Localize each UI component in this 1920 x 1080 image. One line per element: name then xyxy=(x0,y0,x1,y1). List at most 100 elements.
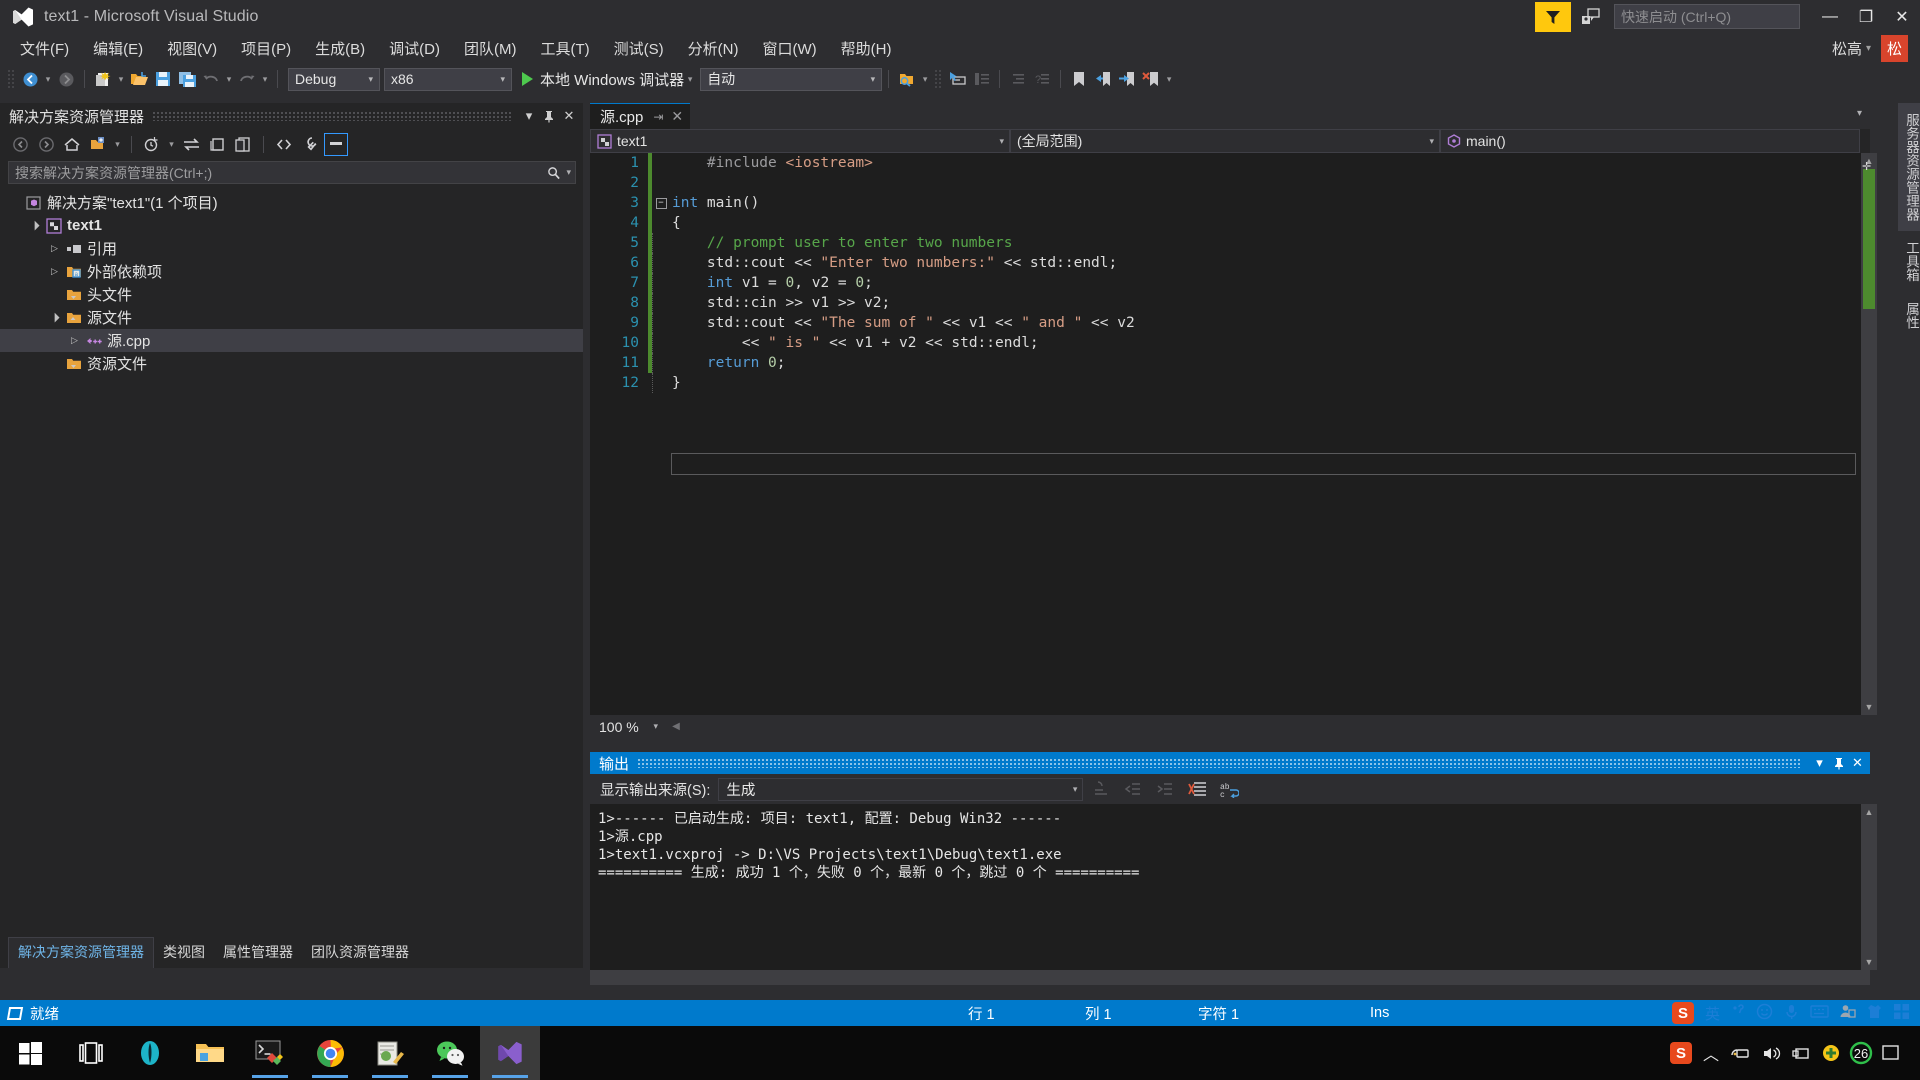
go-to-message-icon[interactable] xyxy=(1087,777,1115,801)
keyboard-icon[interactable] xyxy=(1810,1004,1829,1023)
menu-project[interactable]: 项目(P) xyxy=(229,34,303,63)
terminal-app[interactable] xyxy=(240,1026,300,1080)
visual-studio-app[interactable] xyxy=(480,1026,540,1080)
emoji-icon[interactable] xyxy=(1756,1003,1773,1024)
menu-view[interactable]: 视图(V) xyxy=(155,34,229,63)
bookmarks-caret-icon[interactable]: ▾ xyxy=(1163,74,1175,85)
account-avatar[interactable]: 松 xyxy=(1881,34,1908,62)
chrome-app[interactable] xyxy=(300,1026,360,1080)
menu-analyze[interactable]: 分析(N) xyxy=(676,34,751,63)
forward-icon[interactable] xyxy=(34,133,58,156)
quick-launch-box[interactable] xyxy=(1614,4,1802,29)
chevron-down-icon[interactable]: ◢ xyxy=(45,308,65,328)
scroll-down-icon[interactable]: ▼ xyxy=(1861,954,1877,970)
properties-icon[interactable] xyxy=(298,133,322,156)
notification-center-icon[interactable] xyxy=(1876,1026,1906,1080)
indent-icon[interactable] xyxy=(1006,67,1030,91)
pending-changes-caret-icon[interactable]: ▾ xyxy=(166,139,177,150)
chevron-right-icon[interactable]: ▷ xyxy=(66,335,83,346)
horizontal-scroll-left-icon[interactable]: ◀ xyxy=(668,719,684,735)
tab-team-explorer[interactable]: 团队资源管理器 xyxy=(302,938,418,968)
wechat-app[interactable] xyxy=(420,1026,480,1080)
menu-test[interactable]: 测试(S) xyxy=(602,34,676,63)
solution-platform-combo[interactable]: x86 ▾ xyxy=(384,67,512,91)
editor-vertical-scrollbar[interactable]: ▲ ▼ xyxy=(1861,153,1877,715)
shield-icon[interactable] xyxy=(1816,1026,1846,1080)
save-all-icon[interactable] xyxy=(175,67,199,91)
collapse-block-icon[interactable]: − xyxy=(652,197,670,209)
go-to-definition-icon[interactable] xyxy=(945,67,969,91)
sync-with-active-document-icon[interactable] xyxy=(179,133,203,156)
chevron-down-icon[interactable]: ▾ xyxy=(1866,43,1871,54)
menu-tools[interactable]: 工具(T) xyxy=(528,34,601,63)
word-wrap-icon[interactable]: ab c xyxy=(1215,777,1243,801)
output-dropdown-icon[interactable]: ▾ xyxy=(1810,753,1829,773)
output-vertical-scrollbar[interactable]: ▲ ▼ xyxy=(1861,804,1877,970)
close-button[interactable]: ✕ xyxy=(1884,0,1920,33)
tab-solution-explorer[interactable]: 解决方案资源管理器 xyxy=(8,937,154,968)
toggle-bookmark-icon[interactable] xyxy=(1067,67,1091,91)
tree-node[interactable]: 资源文件 xyxy=(0,352,583,375)
show-all-files-icon[interactable] xyxy=(272,133,296,156)
code-line[interactable]: 8 std::cin >> v1 >> v2; xyxy=(590,293,1870,313)
code-line[interactable]: 1 #include <iostream> xyxy=(590,153,1870,173)
find-in-files-icon[interactable] xyxy=(895,67,919,91)
document-tab-source-cpp[interactable]: 源.cpp ⇥ ✕ xyxy=(590,103,691,129)
code-line[interactable]: 12} xyxy=(590,373,1870,393)
solution-explorer-search-input[interactable] xyxy=(15,164,548,181)
scroll-down-icon[interactable]: ▼ xyxy=(1861,699,1877,715)
home-icon[interactable] xyxy=(60,133,84,156)
navigate-backward-caret-icon[interactable]: ▾ xyxy=(42,74,54,85)
code-line[interactable]: 7 int v1 = 0, v2 = 0; xyxy=(590,273,1870,293)
code-line[interactable]: 4{ xyxy=(590,213,1870,233)
code-lines[interactable]: 1 #include <iostream> 2 3− int main() 4{5 //… xyxy=(590,153,1870,393)
output-horizontal-scrollbar[interactable] xyxy=(590,970,1870,985)
notifications-icon[interactable] xyxy=(1576,2,1604,32)
tim-app[interactable] xyxy=(120,1026,180,1080)
previous-bookmark-icon[interactable] xyxy=(1091,67,1115,91)
tree-node[interactable]: ▷ 源.cpp xyxy=(0,329,583,352)
pending-changes-icon[interactable] xyxy=(140,133,164,156)
collapse-box[interactable]: − xyxy=(655,197,667,209)
tree-node[interactable]: ◢ text1 xyxy=(0,214,583,237)
editor-scroll-thumb[interactable] xyxy=(1863,169,1875,309)
next-message-icon[interactable] xyxy=(1151,777,1179,801)
sogou-logo-icon[interactable]: S xyxy=(1671,1002,1694,1024)
debug-type-combo[interactable]: 自动 ▾ xyxy=(700,67,883,91)
tree-node[interactable]: ▷ a 外部依赖项 xyxy=(0,260,583,283)
next-bookmark-icon[interactable] xyxy=(1115,67,1139,91)
menu-help[interactable]: 帮助(H) xyxy=(829,34,904,63)
code-line[interactable]: 11 return 0; xyxy=(590,353,1870,373)
find-caret-icon[interactable]: ▾ xyxy=(919,74,931,85)
zoom-level-combo[interactable]: 100 % ▾ xyxy=(593,716,662,737)
redo-icon[interactable] xyxy=(235,67,259,91)
punctuation-icon[interactable] xyxy=(1730,1003,1746,1023)
ime-mode-label[interactable]: 英 xyxy=(1705,1003,1720,1024)
nav-member-combo[interactable]: main() xyxy=(1440,129,1860,153)
close-icon[interactable]: ✕ xyxy=(671,108,683,125)
rtab-server-explorer[interactable]: 服务器资源管理器 xyxy=(1898,103,1920,231)
menu-file[interactable]: 文件(F) xyxy=(8,34,81,63)
start-debug-caret-icon[interactable]: ▾ xyxy=(684,74,696,85)
clear-bookmarks-icon[interactable] xyxy=(1139,67,1163,91)
minimize-button[interactable]: — xyxy=(1812,0,1848,33)
search-options-caret-icon[interactable]: ▾ xyxy=(566,167,571,178)
panel-splitter-handle[interactable]: ✛ xyxy=(1862,160,1871,173)
start-button[interactable] xyxy=(0,1026,60,1080)
new-project-icon[interactable] xyxy=(91,67,115,91)
account-name[interactable]: 松高 xyxy=(1832,38,1862,59)
skin-icon[interactable] xyxy=(1866,1003,1883,1024)
chevron-right-icon[interactable]: ▷ xyxy=(46,266,63,277)
tree-node[interactable]: ◢ 源文件 xyxy=(0,306,583,329)
menu-build[interactable]: 生成(B) xyxy=(303,34,377,63)
clear-all-icon[interactable] xyxy=(1183,777,1211,801)
tab-property-manager[interactable]: 属性管理器 xyxy=(214,938,302,968)
navigate-forward-icon[interactable] xyxy=(54,67,78,91)
pin-icon[interactable] xyxy=(539,106,559,126)
tab-overflow-caret-icon[interactable]: ▾ xyxy=(1857,108,1862,119)
chevron-down-icon[interactable]: ◢ xyxy=(25,216,45,236)
tree-node[interactable]: 解决方案"text1"(1 个项目) xyxy=(0,191,583,214)
send-feedback-icon[interactable] xyxy=(1535,1,1571,32)
new-folder-icon[interactable] xyxy=(86,133,110,156)
open-file-icon[interactable] xyxy=(127,67,151,91)
